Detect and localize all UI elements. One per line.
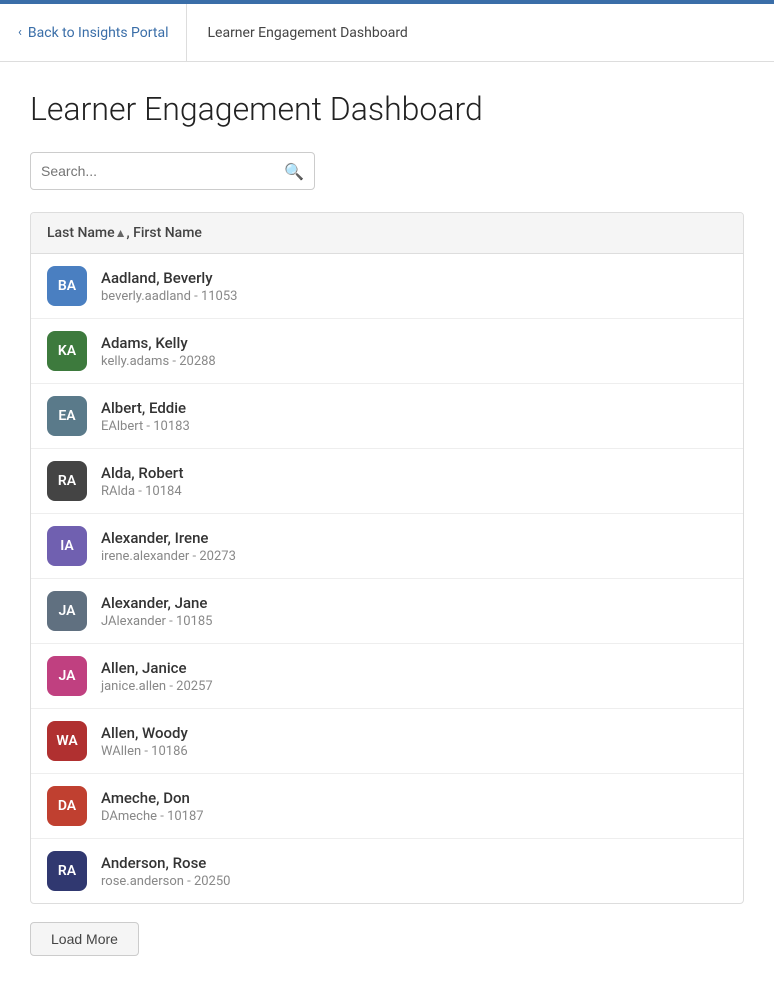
avatar: IA [47,526,87,566]
avatar: WA [47,721,87,761]
back-to-insights-link[interactable]: ‹ Back to Insights Portal [0,4,187,61]
table-row[interactable]: IA Alexander, Irene irene.alexander - 2027… [31,514,743,579]
back-link-label: Back to Insights Portal [28,25,169,41]
learner-info: Aadland, Beverly beverly.aadland - 11053 [101,269,237,304]
learner-name: Alexander, Jane [101,594,212,612]
learner-name: Albert, Eddie [101,399,190,417]
learner-name: Anderson, Rose [101,854,230,872]
learner-table: Last Name▲, First Name BA Aadland, Beverl… [30,212,744,904]
avatar: BA [47,266,87,306]
search-wrapper: 🔍 [30,152,315,190]
learner-sub: beverly.aadland - 11053 [101,289,237,304]
learner-sub: irene.alexander - 20273 [101,549,236,564]
nav-page-title: Learner Engagement Dashboard [187,25,427,41]
learner-list: BA Aadland, Beverly beverly.aadland - 1105… [31,254,743,903]
learner-info: Alda, Robert RAlda - 10184 [101,464,183,499]
learner-info: Alexander, Irene irene.alexander - 20273 [101,529,236,564]
load-more-button[interactable]: Load More [30,922,139,956]
learner-name: Allen, Janice [101,659,213,677]
table-row[interactable]: BA Aadland, Beverly beverly.aadland - 1105… [31,254,743,319]
learner-name: Alexander, Irene [101,529,236,547]
table-row[interactable]: WA Allen, Woody WAllen - 10186 [31,709,743,774]
page-title: Learner Engagement Dashboard [30,90,744,128]
table-row[interactable]: RA Anderson, Rose rose.anderson - 20250 [31,839,743,903]
chevron-left-icon: ‹ [18,25,22,40]
table-row[interactable]: RA Alda, Robert RAlda - 10184 [31,449,743,514]
learner-name: Alda, Robert [101,464,183,482]
learner-sub: RAlda - 10184 [101,484,183,499]
table-row[interactable]: DA Ameche, Don DAmeche - 10187 [31,774,743,839]
learner-name: Adams, Kelly [101,334,216,352]
learner-name: Aadland, Beverly [101,269,237,287]
sort-arrow-icon[interactable]: ▲ [115,226,127,240]
avatar: RA [47,851,87,891]
learner-sub: DAmeche - 10187 [101,809,204,824]
avatar: DA [47,786,87,826]
sort-column-label: Last Name [47,225,115,241]
table-row[interactable]: EA Albert, Eddie EAlbert - 10183 [31,384,743,449]
learner-sub: janice.allen - 20257 [101,679,213,694]
learner-name: Ameche, Don [101,789,204,807]
learner-sub: JAlexander - 10185 [101,614,212,629]
search-container: 🔍 [30,152,744,190]
learner-info: Anderson, Rose rose.anderson - 20250 [101,854,230,889]
avatar: EA [47,396,87,436]
learner-sub: kelly.adams - 20288 [101,354,216,369]
top-navigation: ‹ Back to Insights Portal Learner Engage… [0,4,774,62]
learner-info: Allen, Woody WAllen - 10186 [101,724,188,759]
load-more-section: Load More [30,904,744,964]
search-input[interactable] [41,163,278,179]
avatar: KA [47,331,87,371]
learner-info: Albert, Eddie EAlbert - 10183 [101,399,190,434]
header-suffix: , First Name [127,225,202,241]
learner-info: Adams, Kelly kelly.adams - 20288 [101,334,216,369]
learner-sub: rose.anderson - 20250 [101,874,230,889]
avatar: JA [47,656,87,696]
avatar: RA [47,461,87,501]
learner-info: Alexander, Jane JAlexander - 10185 [101,594,212,629]
search-icon: 🔍 [284,162,304,181]
table-row[interactable]: JA Allen, Janice janice.allen - 20257 [31,644,743,709]
avatar: JA [47,591,87,631]
table-row[interactable]: JA Alexander, Jane JAlexander - 10185 [31,579,743,644]
page-content: Learner Engagement Dashboard 🔍 Last Name… [0,62,774,988]
table-header: Last Name▲, First Name [31,213,743,254]
learner-sub: EAlbert - 10183 [101,419,190,434]
learner-info: Ameche, Don DAmeche - 10187 [101,789,204,824]
table-row[interactable]: KA Adams, Kelly kelly.adams - 20288 [31,319,743,384]
learner-sub: WAllen - 10186 [101,744,188,759]
learner-info: Allen, Janice janice.allen - 20257 [101,659,213,694]
learner-name: Allen, Woody [101,724,188,742]
